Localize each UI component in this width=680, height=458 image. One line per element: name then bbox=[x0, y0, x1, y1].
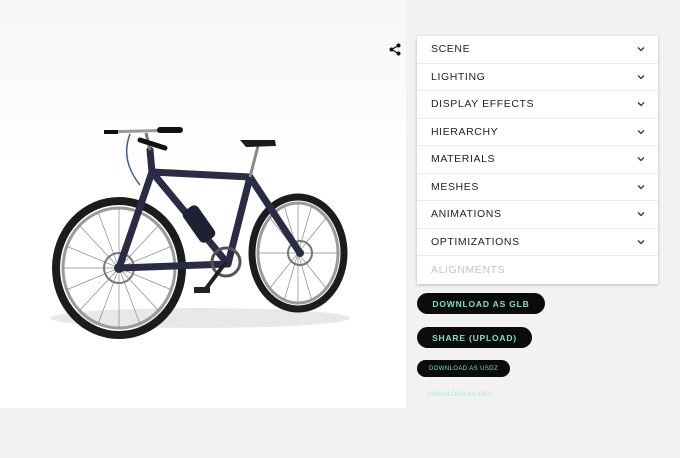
section-label: MATERIALS bbox=[431, 153, 496, 166]
chevron-down-icon bbox=[637, 129, 645, 135]
section-animations[interactable]: ANIMATIONS bbox=[417, 201, 658, 229]
chevron-down-icon bbox=[637, 74, 645, 80]
download-glb-button[interactable]: DOWNLOAD AS GLB bbox=[417, 293, 545, 314]
section-display-effects[interactable]: DISPLAY EFFECTS bbox=[417, 91, 658, 119]
section-optimizations[interactable]: OPTIMIZATIONS bbox=[417, 229, 658, 256]
chevron-down-icon bbox=[637, 239, 645, 245]
section-label: ANIMATIONS bbox=[431, 208, 502, 221]
chevron-down-icon bbox=[637, 157, 645, 162]
section-label: OPTIMIZATIONS bbox=[431, 235, 520, 248]
section-lighting[interactable]: LIGHTING bbox=[417, 64, 658, 91]
section-materials[interactable]: MATERIALS bbox=[417, 146, 658, 174]
section-scene[interactable]: SCENE bbox=[417, 36, 658, 64]
section-label: SCENE bbox=[431, 43, 471, 56]
chevron-down-icon bbox=[637, 184, 645, 190]
settings-panel: SCENE LIGHTING DISPLAY EFFECTS HIERARCHY… bbox=[417, 36, 658, 284]
section-meshes[interactable]: MESHES bbox=[417, 174, 658, 201]
section-label: ALIGNMENTS bbox=[431, 263, 506, 276]
section-label: LIGHTING bbox=[431, 70, 486, 83]
bicycle-model bbox=[50, 127, 350, 339]
section-label: MESHES bbox=[431, 180, 479, 193]
section-hierarchy[interactable]: HIERARCHY bbox=[417, 119, 658, 146]
download-obj-button[interactable]: DOWNLOAD AS OBJ bbox=[427, 392, 491, 398]
share-icon bbox=[389, 43, 401, 55]
section-alignments: ALIGNMENTS bbox=[417, 256, 658, 284]
download-usdz-button[interactable]: DOWNLOAD AS USDZ bbox=[417, 360, 510, 377]
chevron-down-icon bbox=[637, 212, 645, 217]
chevron-down-icon bbox=[637, 47, 645, 52]
share-upload-button[interactable]: SHARE (UPLOAD) bbox=[417, 327, 532, 348]
share-button[interactable] bbox=[386, 40, 404, 58]
model-viewer[interactable] bbox=[0, 0, 406, 408]
section-label: HIERARCHY bbox=[431, 125, 499, 138]
chevron-down-icon bbox=[637, 102, 645, 107]
section-label: DISPLAY EFFECTS bbox=[431, 98, 535, 111]
